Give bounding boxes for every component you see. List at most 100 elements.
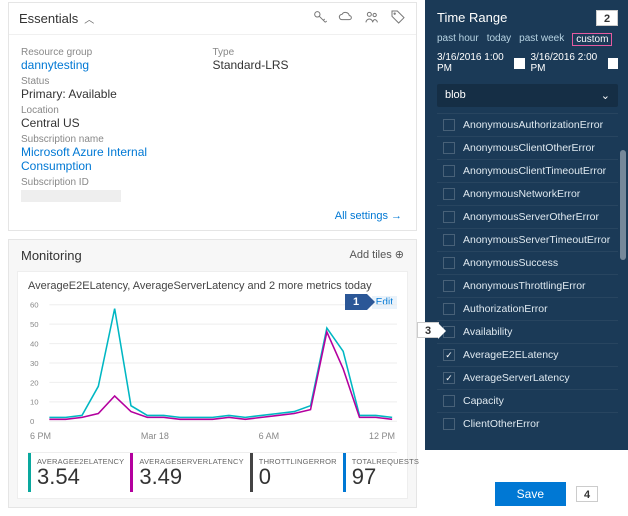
calendar-icon <box>514 58 525 69</box>
chevron-down-icon: ⌄ <box>601 89 610 102</box>
svg-text:10: 10 <box>30 398 39 407</box>
status-label: Status <box>21 76 213 87</box>
time-tab-past-hour[interactable]: past hour <box>437 33 479 46</box>
save-button[interactable]: Save <box>495 482 566 506</box>
checkbox-icon <box>443 119 455 131</box>
metric-option-label: AuthorizationError <box>463 303 548 315</box>
metric-option[interactable]: AnonymousAuthorizationError <box>437 113 618 136</box>
metric-option-label: AnonymousThrottlingError <box>463 280 586 292</box>
metric-option-label: ClientOtherError <box>463 418 539 430</box>
checkbox-icon <box>443 303 455 315</box>
callout-4: 4 <box>576 486 598 502</box>
location-value: Central US <box>21 116 213 130</box>
summary-metric[interactable]: THROTTLINGERROR0 <box>250 453 343 492</box>
metric-option[interactable]: AnonymousServerOtherError <box>437 205 618 228</box>
metrics-summary-row: AVERAGEE2ELATENCY3.54AVERAGESERVERLATENC… <box>28 452 397 492</box>
metric-option[interactable]: Availability <box>437 320 618 343</box>
essentials-title: Essentials <box>19 11 78 26</box>
metric-option-label: AnonymousClientTimeoutError <box>463 165 606 177</box>
type-label: Type <box>213 47 405 58</box>
monitoring-title: Monitoring <box>21 248 82 263</box>
metric-option[interactable]: AnonymousThrottlingError <box>437 274 618 297</box>
checkbox-icon <box>443 234 455 246</box>
time-range-panel: Time Range 2 past hour today past week cust… <box>425 0 628 450</box>
x-tick: 6 AM <box>259 431 280 441</box>
chevron-up-icon: ︿ <box>84 11 94 26</box>
metric-option[interactable]: AverageE2ELatency <box>437 343 618 366</box>
metrics-chart-card: AverageE2ELatency, AverageServerLatency … <box>17 271 408 499</box>
x-tick: 12 PM <box>369 431 395 441</box>
metric-option-label: AnonymousServerOtherError <box>463 211 599 223</box>
svg-text:40: 40 <box>30 339 39 348</box>
metric-option[interactable]: AnonymousNetworkError <box>437 182 618 205</box>
chart-title: AverageE2ELatency, AverageServerLatency … <box>28 280 397 292</box>
resource-group-link[interactable]: dannytesting <box>21 58 213 72</box>
checkbox-icon <box>443 211 455 223</box>
metric-option-label: AnonymousSuccess <box>463 257 558 269</box>
subscription-id-label: Subscription ID <box>21 177 213 188</box>
callout-2: 2 <box>596 10 618 26</box>
svg-text:30: 30 <box>30 359 39 368</box>
monitoring-card: Monitoring Add tiles ⊕ AverageE2ELatency… <box>8 239 417 508</box>
summary-metric[interactable]: AVERAGEE2ELATENCY3.54 <box>28 453 130 492</box>
subscription-name-link[interactable]: Microsoft Azure Internal Consumption <box>21 145 213 173</box>
metric-option[interactable]: AnonymousServerTimeoutError <box>437 228 618 251</box>
metric-value: 3.49 <box>139 466 243 488</box>
scrollbar-thumb[interactable] <box>620 150 626 260</box>
metric-option-label: AnonymousClientOtherError <box>463 142 595 154</box>
metric-option[interactable]: AnonymousClientTimeoutError <box>437 159 618 182</box>
x-tick: Mar 18 <box>141 431 169 441</box>
select-value: blob <box>445 89 466 102</box>
key-icon[interactable] <box>312 9 328 28</box>
callout-1: 1 <box>345 294 367 310</box>
essentials-header[interactable]: Essentials ︿ <box>9 3 416 35</box>
from-date[interactable]: 3/16/2016 1:00 PM <box>437 52 525 74</box>
resource-group-label: Resource group <box>21 47 213 58</box>
metrics-chart[interactable]: 0102030405060 <box>28 298 397 428</box>
metric-option[interactable]: AverageServerLatency <box>437 366 618 389</box>
status-value: Primary: Available <box>21 87 213 101</box>
to-date[interactable]: 3/16/2016 2:00 PM <box>531 52 619 74</box>
time-tab-past-week[interactable]: past week <box>519 33 564 46</box>
metric-option-label: AverageServerLatency <box>463 372 570 384</box>
all-settings-link[interactable]: All settings → <box>335 210 402 222</box>
svg-text:60: 60 <box>30 301 39 310</box>
essentials-card: Essentials ︿ Resource group dannytesting… <box>8 2 417 231</box>
callout-3: 3 <box>417 322 439 338</box>
time-tab-today[interactable]: today <box>487 33 511 46</box>
svg-text:20: 20 <box>30 378 39 387</box>
metric-value: 3.54 <box>37 466 124 488</box>
cloud-icon[interactable] <box>338 9 354 28</box>
checkbox-icon <box>443 349 455 361</box>
metric-option[interactable]: AuthorizationError <box>437 297 618 320</box>
checkbox-icon <box>443 280 455 292</box>
checkbox-icon <box>443 142 455 154</box>
metric-option[interactable]: Capacity <box>437 389 618 412</box>
metric-option-label: AnonymousServerTimeoutError <box>463 234 610 246</box>
location-label: Location <box>21 105 213 116</box>
x-axis: 6 PM Mar 18 6 AM 12 PM <box>28 431 397 441</box>
metric-option[interactable]: AnonymousClientOtherError <box>437 136 618 159</box>
summary-metric[interactable]: TOTALREQUESTS97 <box>343 453 425 492</box>
checkbox-icon <box>443 395 455 407</box>
metrics-list: AnonymousAuthorizationError AnonymousClie… <box>437 113 618 435</box>
metric-option-label: Capacity <box>463 395 504 407</box>
metric-option[interactable]: ClientOtherError <box>437 412 618 435</box>
metric-value: 97 <box>352 466 419 488</box>
summary-metric[interactable]: AVERAGESERVERLATENCY3.49 <box>130 453 249 492</box>
metric-value: 0 <box>259 466 337 488</box>
users-icon[interactable] <box>364 9 380 28</box>
time-tab-custom[interactable]: custom <box>572 33 612 46</box>
metric-namespace-select[interactable]: blob ⌄ <box>437 84 618 107</box>
metric-option-label: AverageE2ELatency <box>463 349 559 361</box>
from-date-text: 3/16/2016 1:00 PM <box>437 52 511 74</box>
time-range-title: Time Range <box>437 10 507 25</box>
metric-option[interactable]: AnonymousSuccess <box>437 251 618 274</box>
checkbox-icon <box>443 188 455 200</box>
checkbox-icon <box>443 165 455 177</box>
x-tick: 6 PM <box>30 431 51 441</box>
tag-icon[interactable] <box>390 9 406 28</box>
type-value: Standard-LRS <box>213 58 405 72</box>
metric-option-label: AnonymousAuthorizationError <box>463 119 603 131</box>
add-tiles-button[interactable]: Add tiles ⊕ <box>350 248 404 263</box>
